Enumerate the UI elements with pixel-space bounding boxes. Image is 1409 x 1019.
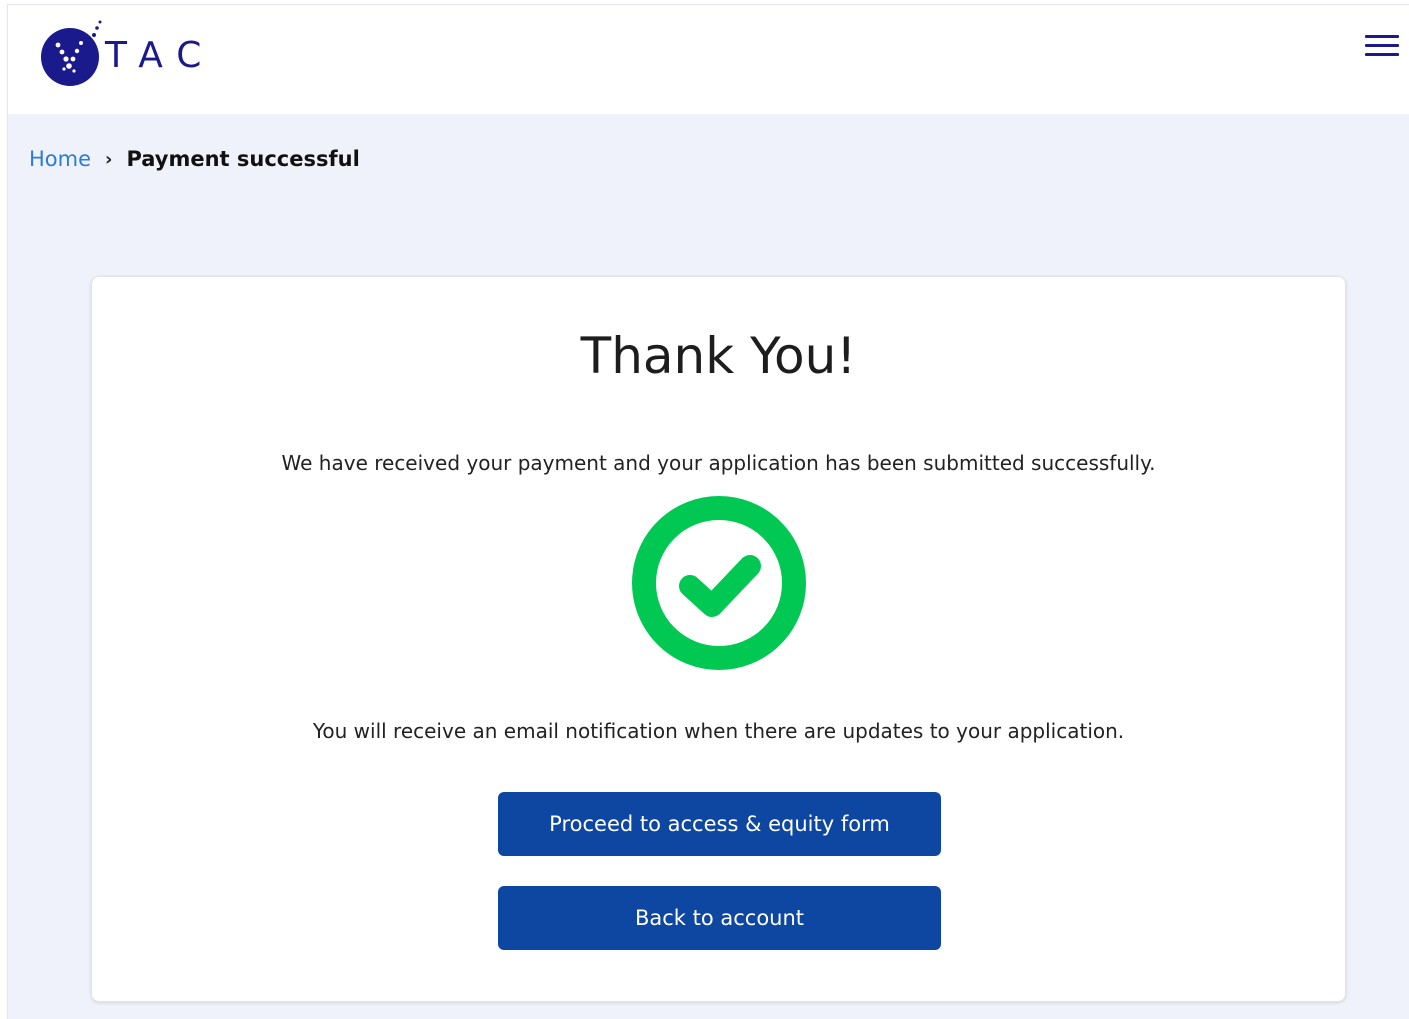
hamburger-menu-icon[interactable] — [1365, 31, 1399, 61]
email-notification-message: You will receive an email notification w… — [312, 719, 1125, 743]
proceed-access-equity-button[interactable]: Proceed to access & equity form — [498, 792, 941, 856]
page-frame: TAC Home › Payment successful Thank You!… — [7, 4, 1409, 1019]
breadcrumb-current: Payment successful — [126, 147, 360, 171]
payment-received-message: We have received your payment and your a… — [281, 451, 1156, 475]
check-circle-icon — [632, 496, 806, 670]
menu-bar — [1365, 53, 1399, 56]
confirmation-card: Thank You! We have received your payment… — [91, 276, 1346, 1002]
page-title: Thank You! — [580, 327, 857, 385]
breadcrumb-home-link[interactable]: Home — [29, 147, 91, 171]
menu-bar — [1365, 35, 1399, 38]
chevron-right-icon: › — [105, 148, 113, 170]
breadcrumb: Home › Payment successful — [29, 147, 360, 171]
menu-bar — [1365, 44, 1399, 47]
top-navbar: TAC — [8, 5, 1409, 114]
logo-wordmark: TAC — [105, 35, 216, 76]
back-to-account-button[interactable]: Back to account — [498, 886, 941, 950]
